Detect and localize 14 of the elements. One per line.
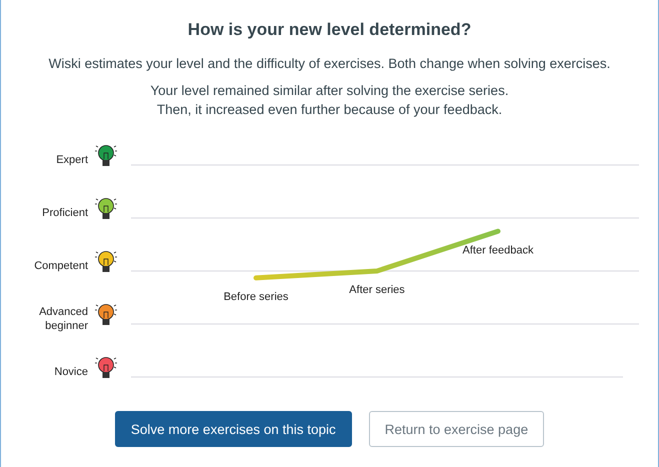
intro-text: Wiski estimates your level and the difficulty of exercises. Both change when solving exercises. — [48, 55, 610, 73]
explanation-text: Your level remained similar after solving the exercise series. — [150, 82, 509, 100]
solve-exercises-button[interactable]: Solve more exercises on this topic — [114, 411, 352, 447]
level-label: Proficient — [42, 207, 88, 219]
point-label: After series — [349, 284, 405, 296]
point-label: Before series — [224, 290, 288, 303]
dialog-title: How is your new level determined? — [188, 20, 472, 40]
level-label: Novice — [54, 366, 88, 378]
level-label: Advanced beginner — [39, 306, 88, 332]
level-label: Competent — [34, 260, 88, 272]
point-label: After feedback — [462, 244, 534, 256]
return-button[interactable]: Return to exercise page — [368, 411, 544, 447]
explanation-text: Then, it increased even further because of your feedback. — [156, 101, 502, 119]
level-label: Expert — [56, 154, 88, 166]
